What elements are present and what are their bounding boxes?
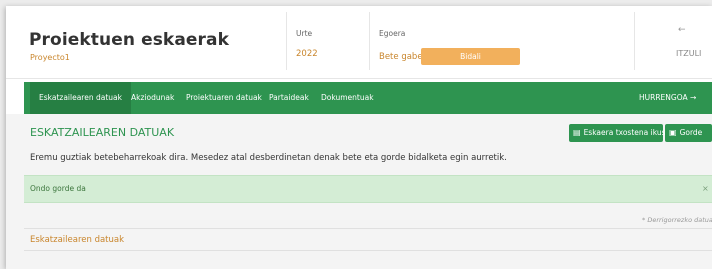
save-label: Gorde (679, 128, 703, 137)
subsection-title[interactable]: Eskatzailearen datuak (30, 235, 124, 245)
send-button[interactable]: Bidali (421, 48, 520, 65)
app-frame: Proiektuen eskaerak Proyecto1 Urte 2022 … (6, 6, 712, 269)
view-request-button[interactable]: ▤ Eskaera txostena ikusi (569, 124, 668, 142)
send-button-label: Bidali (460, 52, 481, 61)
view-request-label: Eskaera txostena ikusi (583, 128, 668, 137)
instructions-text: Eremu guztiak betebeharrekoak dira. Mese… (30, 153, 507, 163)
status-value: Bete gabe (379, 52, 423, 62)
next-button[interactable]: HURRENGOA → (639, 82, 696, 114)
status-label: Egoera (379, 29, 406, 38)
tab-dokumentuak[interactable]: Dokumentuak (321, 82, 374, 114)
divider (24, 228, 712, 229)
back-button[interactable]: ITZULI (676, 49, 701, 58)
alert-message: Ondo gorde da (30, 184, 86, 193)
project-subtitle: Proyecto1 (30, 53, 70, 62)
arrow-left-icon[interactable]: ← (678, 25, 686, 35)
header-divider (286, 12, 287, 70)
header-divider (369, 12, 370, 70)
floppy-icon: ▣ (669, 128, 677, 137)
close-icon[interactable]: × (702, 176, 709, 202)
required-note: * Derrigorrezko datuak (642, 216, 712, 224)
section-title: ESKATZAILEAREN DATUAK (30, 126, 175, 139)
divider (24, 250, 712, 251)
success-alert: Ondo gorde da × (24, 175, 712, 203)
year-value: 2022 (296, 49, 318, 59)
year-label: Urte (296, 29, 313, 38)
header-divider (634, 12, 635, 70)
tab-proiektuaren-datuak[interactable]: Proiektuaren datuak (186, 82, 262, 114)
tab-akziodunak[interactable]: Akziodunak (131, 82, 174, 114)
header: Proiektuen eskaerak Proyecto1 Urte 2022 … (6, 6, 712, 79)
page-title: Proiektuen eskaerak (29, 30, 229, 50)
document-icon: ▤ (573, 128, 581, 137)
tab-eskatzailearen-datuak[interactable]: Eskatzailearen datuak (30, 82, 131, 114)
main-content: ESKATZAILEAREN DATUAK ▤ Eskaera txostena … (6, 114, 712, 269)
save-button[interactable]: ▣ Gorde (665, 124, 712, 142)
tab-bar: Eskatzailearen datuak Akziodunak Proiekt… (24, 82, 712, 114)
tab-partaideak[interactable]: Partaideak (269, 82, 309, 114)
